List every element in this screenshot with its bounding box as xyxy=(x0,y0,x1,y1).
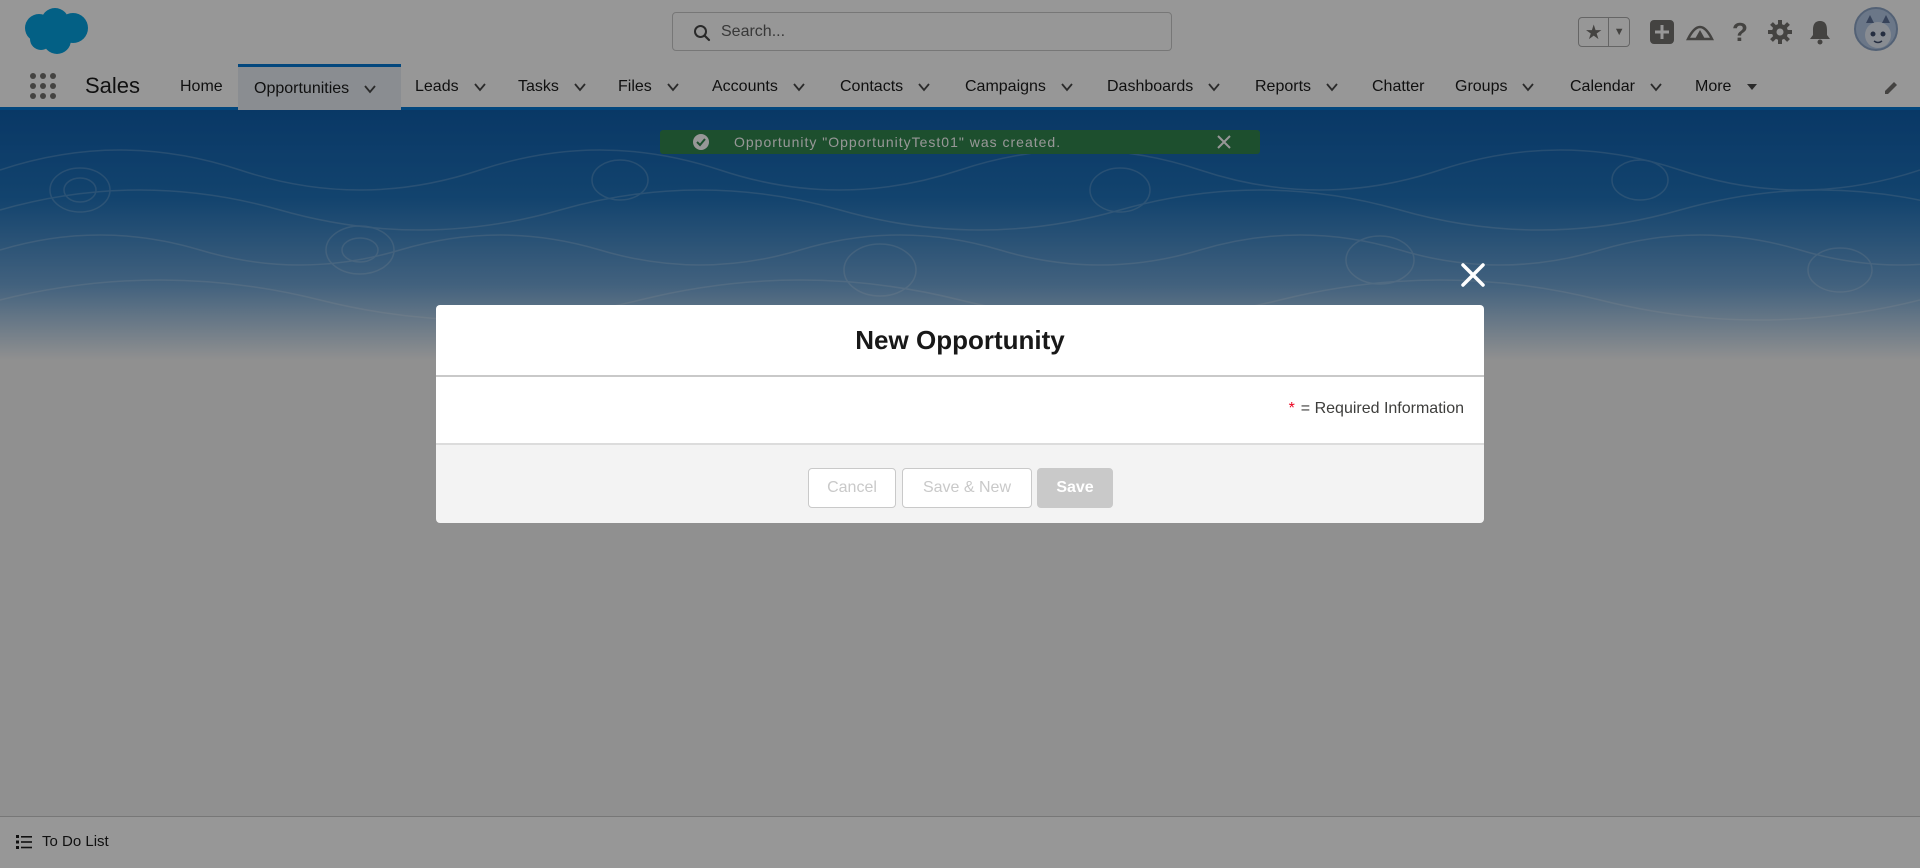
modal-body: * = Required Information xyxy=(436,377,1484,445)
required-info-legend: * = Required Information xyxy=(1289,400,1464,418)
save-and-new-button[interactable]: Save & New xyxy=(902,468,1032,508)
required-info-text: = Required Information xyxy=(1300,400,1464,417)
required-asterisk: * xyxy=(1288,400,1295,417)
modal-close-icon[interactable] xyxy=(1458,260,1488,290)
modal-title: New Opportunity xyxy=(855,324,1065,355)
cancel-button[interactable]: Cancel xyxy=(808,468,896,508)
new-opportunity-modal: New Opportunity * = Required Information … xyxy=(436,305,1484,523)
modal-footer: Cancel Save & New Save xyxy=(436,445,1484,523)
modal-header: New Opportunity xyxy=(436,305,1484,377)
save-button[interactable]: Save xyxy=(1037,468,1113,508)
